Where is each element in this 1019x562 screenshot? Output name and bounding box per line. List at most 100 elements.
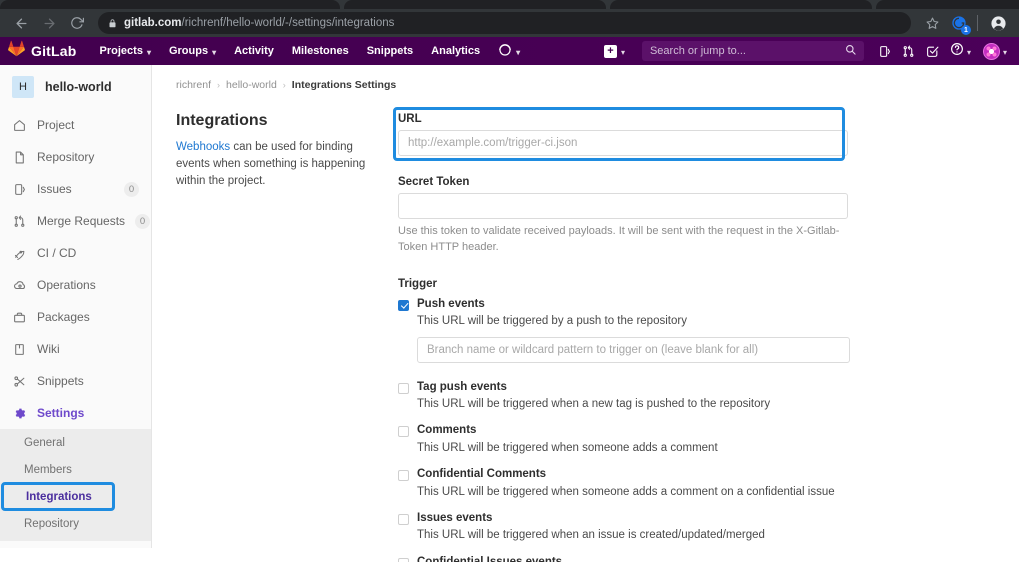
project-header-link[interactable]: H hello-world: [0, 65, 151, 109]
confidential-comments-checkbox[interactable]: [398, 470, 409, 482]
sidebar-subitem-members[interactable]: Members: [0, 456, 151, 483]
breadcrumb: richrenf › hello-world › Integrations Se…: [176, 65, 1003, 91]
browser-toolbar-actions: 1: [919, 10, 1011, 36]
trigger-label: Confidential Issues events: [417, 555, 563, 562]
secret-token-input[interactable]: [398, 193, 848, 219]
sidebar-item-wiki[interactable]: Wiki: [0, 333, 151, 365]
trigger-body: Issues events This URL will be triggered…: [417, 511, 1003, 545]
navlink-projects[interactable]: Projects ▾: [91, 37, 160, 65]
chevron-down-icon: ▾: [1002, 47, 1007, 57]
webhook-form: URL Secret Token Use this token to valid…: [393, 107, 1003, 562]
comments-checkbox[interactable]: [398, 426, 409, 438]
sidebar-item-project[interactable]: Project: [0, 109, 151, 141]
search-placeholder: Search or jump to...: [649, 45, 746, 57]
navlink-snippets[interactable]: Snippets: [358, 37, 422, 65]
browser-tab[interactable]: [876, 0, 1019, 9]
section-description-text: Webhooks can be used for binding events …: [176, 139, 376, 190]
trigger-row-comments[interactable]: Comments This URL will be triggered when…: [398, 423, 1003, 467]
browser-tab-strip[interactable]: [0, 0, 1019, 9]
gitlab-home-link[interactable]: GitLab: [8, 40, 91, 62]
tag-push-events-checkbox[interactable]: [398, 382, 409, 394]
browser-address-bar[interactable]: gitlab.com/richrenf/hello-world/-/settin…: [98, 12, 911, 34]
browser-tab[interactable]: [610, 0, 872, 9]
navlink-label: Projects: [99, 45, 143, 57]
help-dropdown[interactable]: ▾: [946, 42, 975, 61]
sidebar-item-label: Merge Requests: [37, 214, 126, 228]
trigger-description: This URL will be triggered when a new ta…: [417, 398, 771, 411]
issues-events-checkbox[interactable]: [398, 513, 409, 525]
rocket-icon: [12, 247, 27, 260]
sidebar-subitem-repository[interactable]: Repository: [0, 510, 151, 537]
navlink-activity[interactable]: Activity: [225, 37, 283, 65]
sidebar-item-snippets[interactable]: Snippets: [0, 365, 151, 397]
extension-icon[interactable]: 1: [948, 12, 971, 35]
breadcrumb-item-project[interactable]: hello-world: [226, 79, 277, 91]
scissors-icon: [12, 375, 27, 388]
trigger-row-issues-events[interactable]: Issues events This URL will be triggered…: [398, 511, 1003, 555]
url-field-group: URL: [393, 107, 1003, 165]
breadcrumb-item-user[interactable]: richrenf: [176, 79, 211, 91]
navlink-milestones[interactable]: Milestones: [283, 37, 358, 65]
new-item-dropdown[interactable]: + ▾: [597, 37, 632, 65]
sidebar-item-ci-cd[interactable]: CI / CD: [0, 237, 151, 269]
navlink-groups[interactable]: Groups ▾: [160, 37, 225, 65]
trigger-row-confidential-issues-events[interactable]: Confidential Issues events This URL will…: [398, 555, 1003, 562]
trigger-label: Push events: [417, 297, 485, 310]
gear-icon: [12, 407, 27, 420]
sidebar-item-label: Issues: [37, 182, 72, 196]
package-icon: [12, 311, 27, 324]
book-icon: [12, 343, 27, 356]
sidebar-subitem-general[interactable]: General: [0, 429, 151, 456]
url-input[interactable]: [398, 130, 848, 156]
chevron-down-icon: ▾: [620, 47, 625, 57]
trigger-description: This URL will be triggered when an issue…: [417, 529, 765, 542]
merge-request-icon[interactable]: [898, 37, 920, 65]
todos-checkmark-icon[interactable]: [922, 37, 944, 65]
trigger-row-confidential-comments[interactable]: Confidential Comments This URL will be t…: [398, 467, 1003, 511]
browser-profile-icon[interactable]: [985, 10, 1011, 36]
star-icon[interactable]: [919, 10, 945, 36]
reload-icon[interactable]: [64, 10, 90, 36]
sidebar-item-packages[interactable]: Packages: [0, 301, 151, 333]
browser-tab[interactable]: [344, 0, 606, 9]
chevron-down-icon: ▾: [966, 47, 971, 57]
sidebar-item-repository[interactable]: Repository: [0, 141, 151, 173]
sidebar-item-badge: 0: [135, 213, 151, 229]
browser-tab[interactable]: [0, 0, 340, 9]
help-circle-icon: [498, 43, 512, 60]
sidebar-item-operations[interactable]: Operations: [0, 269, 151, 301]
navlink-label: Snippets: [366, 45, 414, 57]
url-domain: gitlab.com: [124, 17, 182, 29]
url-path: /richrenf/hello-world/-/settings/integra…: [181, 17, 395, 29]
integrations-settings-section: Integrations Webhooks can be used for bi…: [176, 91, 1003, 562]
sidebar-subitem-label: General: [24, 436, 65, 449]
trigger-label: Tag push events: [417, 380, 507, 393]
user-menu-dropdown[interactable]: ▾: [977, 42, 1011, 60]
navlink-label: Groups: [168, 45, 209, 57]
navlink-analytics[interactable]: Analytics: [422, 37, 489, 65]
push-events-branch-input[interactable]: [417, 336, 850, 363]
project-name: hello-world: [45, 80, 112, 94]
gitlab-top-navbar: GitLab Projects ▾ Groups ▾ Activity Milest…: [0, 37, 1019, 65]
sidebar-item-merge-requests[interactable]: Merge Requests 0: [0, 205, 151, 237]
question-mark-icon: [950, 42, 964, 61]
sidebar-subitem-integrations[interactable]: Integrations: [1, 482, 115, 511]
forward-arrow-icon[interactable]: [36, 10, 62, 36]
back-arrow-icon[interactable]: [8, 10, 34, 36]
sidebar-item-settings[interactable]: Settings: [0, 397, 151, 429]
webhooks-link[interactable]: Webhooks: [176, 141, 230, 153]
trigger-body: Comments This URL will be triggered when…: [417, 423, 1003, 457]
merge-request-icon: [12, 215, 27, 228]
search-input[interactable]: Search or jump to...: [641, 41, 864, 61]
sidebar-item-issues[interactable]: Issues 0: [0, 173, 151, 205]
secret-token-help-text: Use this token to validate received payl…: [398, 225, 840, 253]
chevron-down-icon: ▾: [516, 47, 521, 57]
push-events-checkbox[interactable]: [398, 299, 409, 311]
trigger-row-push-events[interactable]: Push events This URL will be triggered b…: [398, 297, 1003, 373]
trigger-row-tag-push-events[interactable]: Tag push events This URL will be trigger…: [398, 373, 1003, 424]
project-sidebar: H hello-world Project Repository Issues …: [0, 65, 152, 548]
issues-icon[interactable]: [874, 37, 896, 65]
trigger-body: Tag push events This URL will be trigger…: [417, 380, 1003, 414]
confidential-issues-events-checkbox[interactable]: [398, 557, 409, 562]
navlink-more-menu[interactable]: ▾: [489, 37, 529, 65]
